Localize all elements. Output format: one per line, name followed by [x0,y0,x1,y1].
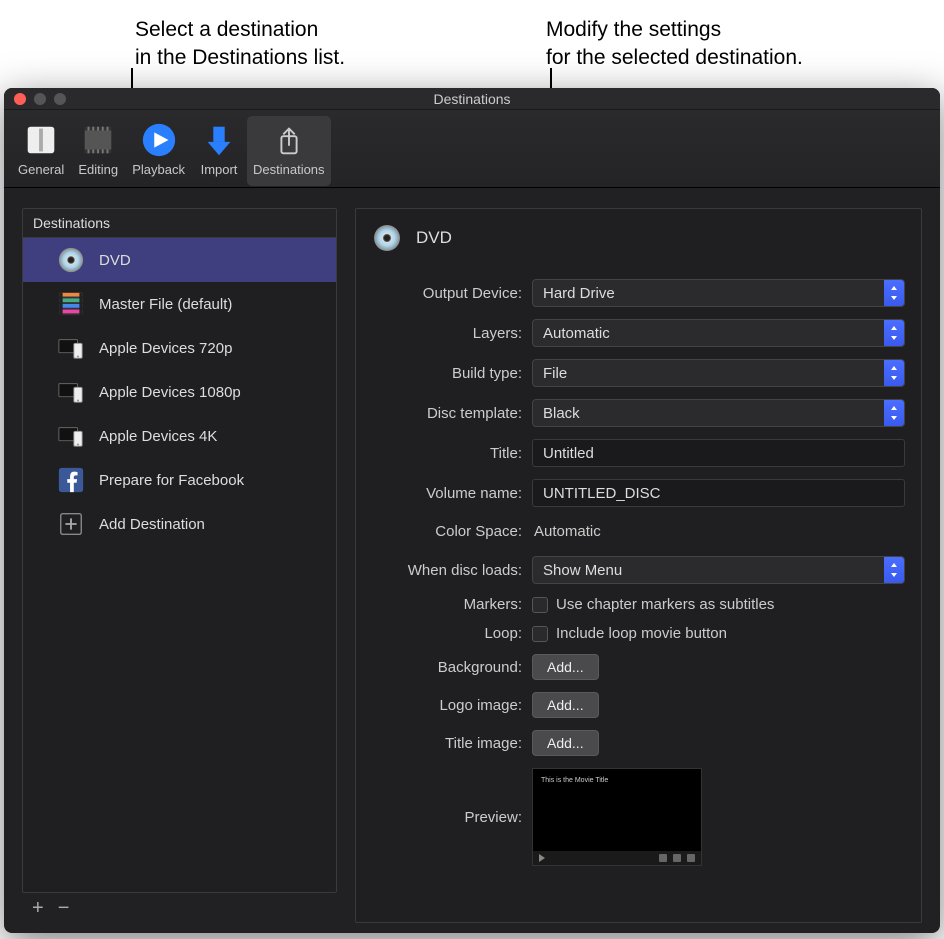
title-input[interactable] [532,439,905,467]
sidebar-item-label: Apple Devices 4K [99,428,217,445]
sidebar-item-add-destination[interactable]: Add Destination [23,502,336,546]
layers-popup[interactable]: Automatic [532,319,905,347]
general-icon [19,120,63,160]
preferences-window: Destinations General Editing Playback I [4,88,940,933]
toolbar-label: Destinations [253,162,325,177]
close-button[interactable] [14,93,26,105]
popup-value: Hard Drive [543,285,615,302]
sidebar: Destinations DVD Master File (default) [22,208,337,923]
sidebar-item-facebook[interactable]: Prepare for Facebook [23,458,336,502]
toolbar-import[interactable]: Import [191,116,247,186]
build-type-label: Build type: [372,365,522,382]
playback-icon [137,120,181,160]
detail-header: DVD [372,223,905,253]
import-icon [197,120,241,160]
detail-panel: DVD Output Device: Hard Drive Layers: Au… [355,208,922,923]
toolbar: General Editing Playback Import Destinat… [4,110,940,188]
form: Output Device: Hard Drive Layers: Automa… [372,279,905,866]
callout-right-text: Modify the settingsfor the selected dest… [546,16,803,73]
content-area: Destinations DVD Master File (default) [4,188,940,933]
when-disc-loads-label: When disc loads: [372,562,522,579]
volume-name-label: Volume name: [372,485,522,502]
sidebar-header: Destinations [23,209,336,238]
layers-label: Layers: [372,325,522,342]
loop-checkbox[interactable] [532,626,548,642]
output-device-popup[interactable]: Hard Drive [532,279,905,307]
destinations-list: Destinations DVD Master File (default) [22,208,337,893]
title-image-label: Title image: [372,735,522,752]
popup-value: Show Menu [543,562,622,579]
preview-title-text: This is the Movie Title [541,777,608,784]
sidebar-item-label: Apple Devices 720p [99,340,232,357]
preview-right-icons [659,854,695,862]
toolbar-general[interactable]: General [12,116,70,186]
preview-controls [533,851,701,865]
callout-left-text: Select a destinationin the Destinations … [135,16,345,73]
devices-icon [57,422,85,450]
title-label: Title: [372,445,522,462]
sidebar-item-apple-720p[interactable]: Apple Devices 720p [23,326,336,370]
background-add-button[interactable]: Add... [532,654,599,680]
remove-destination-button[interactable]: − [58,897,70,920]
callouts: Select a destinationin the Destinations … [0,10,944,88]
disc-template-popup[interactable]: Black [532,399,905,427]
markers-checkbox[interactable] [532,597,548,613]
titlebar: Destinations [4,88,940,110]
color-space-label: Color Space: [372,523,522,540]
build-type-popup[interactable]: File [532,359,905,387]
toolbar-label: General [18,162,64,177]
sidebar-item-label: Master File (default) [99,296,232,313]
sidebar-item-label: DVD [99,252,131,269]
sidebar-item-label: Add Destination [99,516,205,533]
zoom-button[interactable] [54,93,66,105]
popup-value: Automatic [543,325,610,342]
sidebar-item-apple-1080p[interactable]: Apple Devices 1080p [23,370,336,414]
title-image-add-button[interactable]: Add... [532,730,599,756]
preview-label: Preview: [372,809,522,826]
background-label: Background: [372,659,522,676]
devices-icon [57,334,85,362]
preview-play-icon [539,854,545,862]
toolbar-destinations[interactable]: Destinations [247,116,331,186]
loop-checkbox-label: Include loop movie button [556,625,727,642]
editing-icon [76,120,120,160]
devices-icon [57,378,85,406]
loop-label: Loop: [372,625,522,642]
sidebar-item-label: Apple Devices 1080p [99,384,241,401]
markers-checkbox-label: Use chapter markers as subtitles [556,596,774,613]
popup-value: Black [543,405,580,422]
markers-label: Markers: [372,596,522,613]
volume-name-input[interactable] [532,479,905,507]
toolbar-label: Import [201,162,238,177]
film-icon [57,290,85,318]
sidebar-item-apple-4k[interactable]: Apple Devices 4K [23,414,336,458]
sidebar-item-master-file[interactable]: Master File (default) [23,282,336,326]
window-title: Destinations [433,91,510,107]
toolbar-label: Playback [132,162,185,177]
logo-image-add-button[interactable]: Add... [532,692,599,718]
facebook-icon [57,466,85,494]
destinations-icon [267,120,311,160]
popup-value: File [543,365,567,382]
toolbar-editing[interactable]: Editing [70,116,126,186]
color-space-value: Automatic [532,519,905,544]
detail-title: DVD [416,228,452,248]
add-icon [57,510,85,538]
disc-icon [372,223,402,253]
toolbar-playback[interactable]: Playback [126,116,191,186]
disc-icon [57,246,85,274]
preview-thumbnail: This is the Movie Title [532,768,702,866]
sidebar-item-label: Prepare for Facebook [99,472,244,489]
when-disc-loads-popup[interactable]: Show Menu [532,556,905,584]
toolbar-label: Editing [78,162,118,177]
logo-image-label: Logo image: [372,697,522,714]
minimize-button[interactable] [34,93,46,105]
sidebar-item-dvd[interactable]: DVD [23,238,336,282]
add-destination-button[interactable]: + [32,897,44,920]
traffic-lights [14,93,66,105]
output-device-label: Output Device: [372,285,522,302]
sidebar-footer: + − [22,893,337,923]
disc-template-label: Disc template: [372,405,522,422]
